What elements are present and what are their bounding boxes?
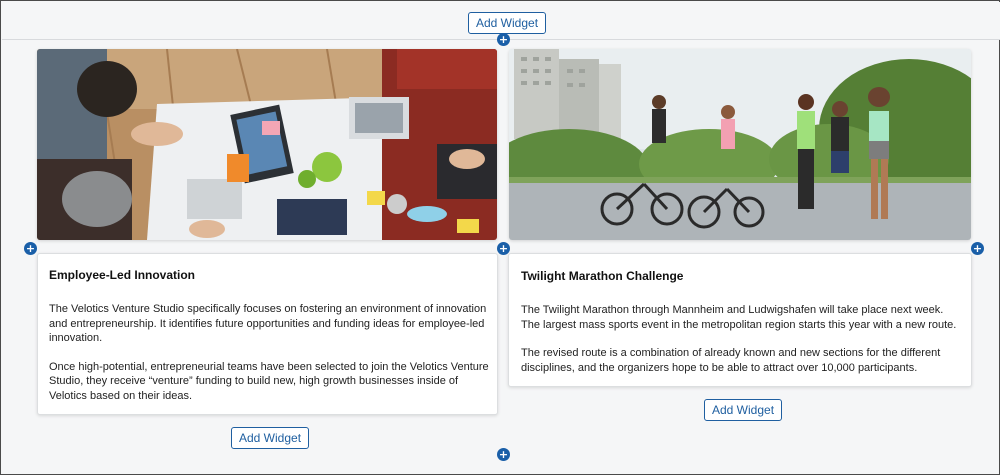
marathon-photo: [509, 49, 971, 240]
card-employee-led-innovation: Employee-Led Innovation The Velotics Ven…: [37, 253, 498, 415]
card-body: The Velotics Venture Studio specifically…: [49, 302, 489, 403]
add-section-top-icon[interactable]: +: [497, 33, 510, 46]
add-section-bottom-icon[interactable]: +: [497, 448, 510, 461]
add-widget-button-card-2[interactable]: Add Widget: [704, 399, 783, 421]
card-title: Twilight Marathon Challenge: [521, 269, 684, 283]
card-paragraph: The revised route is a combination of al…: [521, 347, 941, 374]
add-widget-button-top[interactable]: Add Widget: [468, 12, 547, 34]
add-widget-button-card-1[interactable]: Add Widget: [231, 427, 310, 449]
card-paragraph: Once high-potential, entrepreneurial tea…: [49, 360, 489, 402]
card-paragraph: The Twilight Marathon through Mannheim a…: [521, 304, 957, 331]
card-paragraph: The Velotics Venture Studio specifically…: [49, 303, 487, 344]
card-body: The Twilight Marathon through Mannheim a…: [521, 303, 963, 375]
card-1-image: [37, 49, 497, 240]
office-photo: [37, 49, 497, 240]
page-canvas: Add Widget + + Employee-Led Innovation T…: [0, 0, 1000, 475]
card-title: Employee-Led Innovation: [49, 268, 196, 282]
card-twilight-marathon-challenge: Twilight Marathon Challenge The Twilight…: [508, 253, 972, 387]
add-column-left-icon[interactable]: +: [24, 242, 37, 255]
add-column-right-icon[interactable]: +: [971, 242, 984, 255]
card-2-image: [509, 49, 971, 240]
